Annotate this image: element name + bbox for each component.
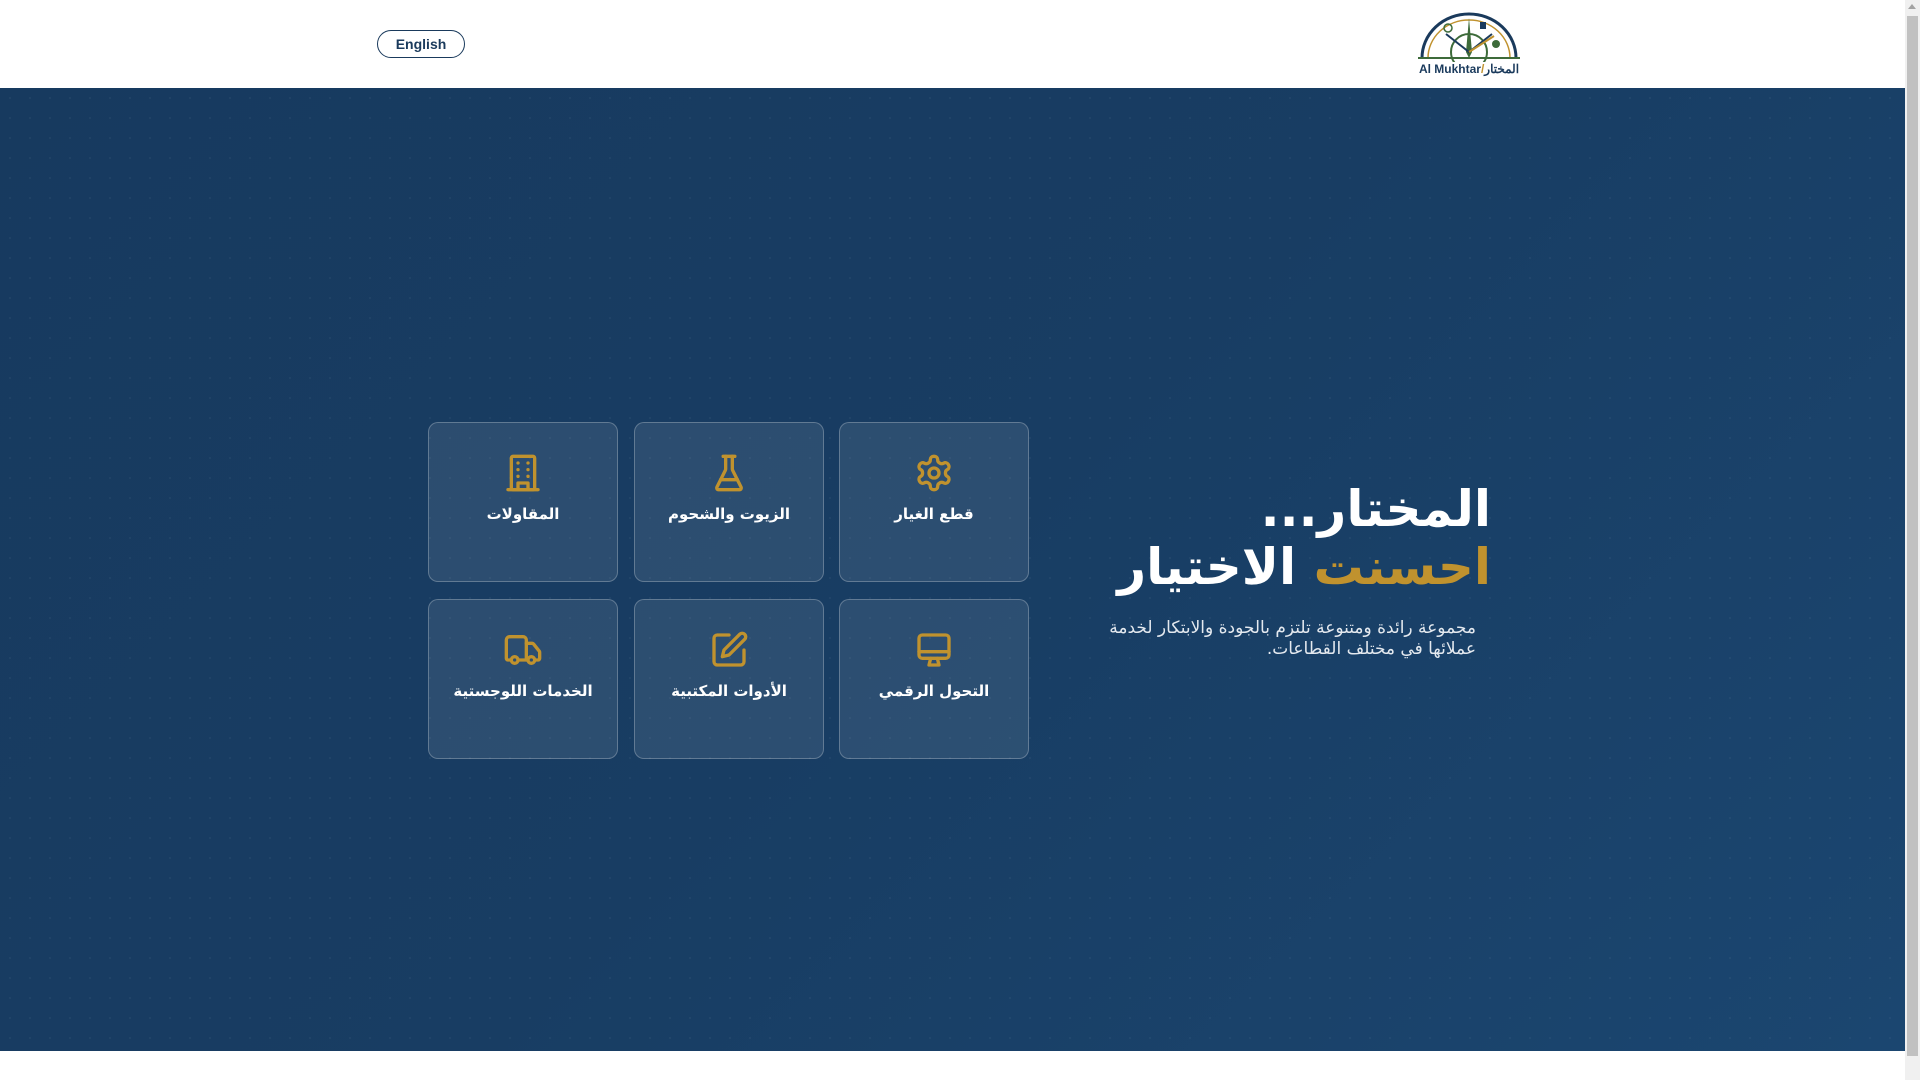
card-label: الزيوت والشحوم — [667, 505, 790, 523]
card-label: المقاولات — [486, 505, 560, 523]
card-logistics[interactable]: الخدمات اللوجستية — [428, 599, 618, 759]
compass-globe-emblem-icon — [1418, 12, 1520, 71]
card-contracting[interactable]: المقاولات — [428, 422, 618, 582]
hero-title: المختار... احسنت الاختيار — [1117, 480, 1491, 596]
scrollbar-thumb[interactable] — [1907, 16, 1918, 1056]
card-label: الأدوات المكتبية — [671, 682, 787, 700]
card-label: قطع الغيار — [894, 505, 974, 523]
hero-title-white: الاختيار — [1117, 538, 1297, 596]
hero-description: مجموعة رائدة ومتنوعة تلتزم بالجودة والاب… — [1109, 618, 1476, 659]
card-label: التحول الرقمي — [878, 682, 990, 700]
card-label: الخدمات اللوجستية — [453, 682, 593, 700]
site-header: English Al Mukhtar/المختار — [0, 0, 1905, 88]
scroll-up-arrow-icon[interactable] — [1908, 4, 1916, 9]
truck-icon — [504, 635, 542, 665]
card-oils-greases[interactable]: الزيوت والشحوم — [634, 422, 824, 582]
logo[interactable]: Al Mukhtar/المختار — [1408, 12, 1530, 76]
card-office-supplies[interactable]: الأدوات المكتبية — [634, 599, 824, 759]
monitor-icon — [917, 633, 951, 667]
card-spare-parts[interactable]: قطع الغيار — [839, 422, 1029, 582]
hero-title-line1: المختار... — [1260, 480, 1491, 538]
logo-text: Al Mukhtar/المختار — [1418, 62, 1520, 76]
card-digital-transformation[interactable]: التحول الرقمي — [839, 599, 1029, 759]
building-icon — [506, 454, 540, 492]
vertical-scrollbar[interactable] — [1905, 0, 1920, 1080]
hero-title-gold: احسنت — [1313, 538, 1491, 596]
language-toggle-button[interactable]: English — [377, 30, 465, 58]
gear-icon — [917, 454, 951, 492]
pencil-square-icon — [712, 631, 748, 667]
flask-icon — [715, 454, 743, 492]
